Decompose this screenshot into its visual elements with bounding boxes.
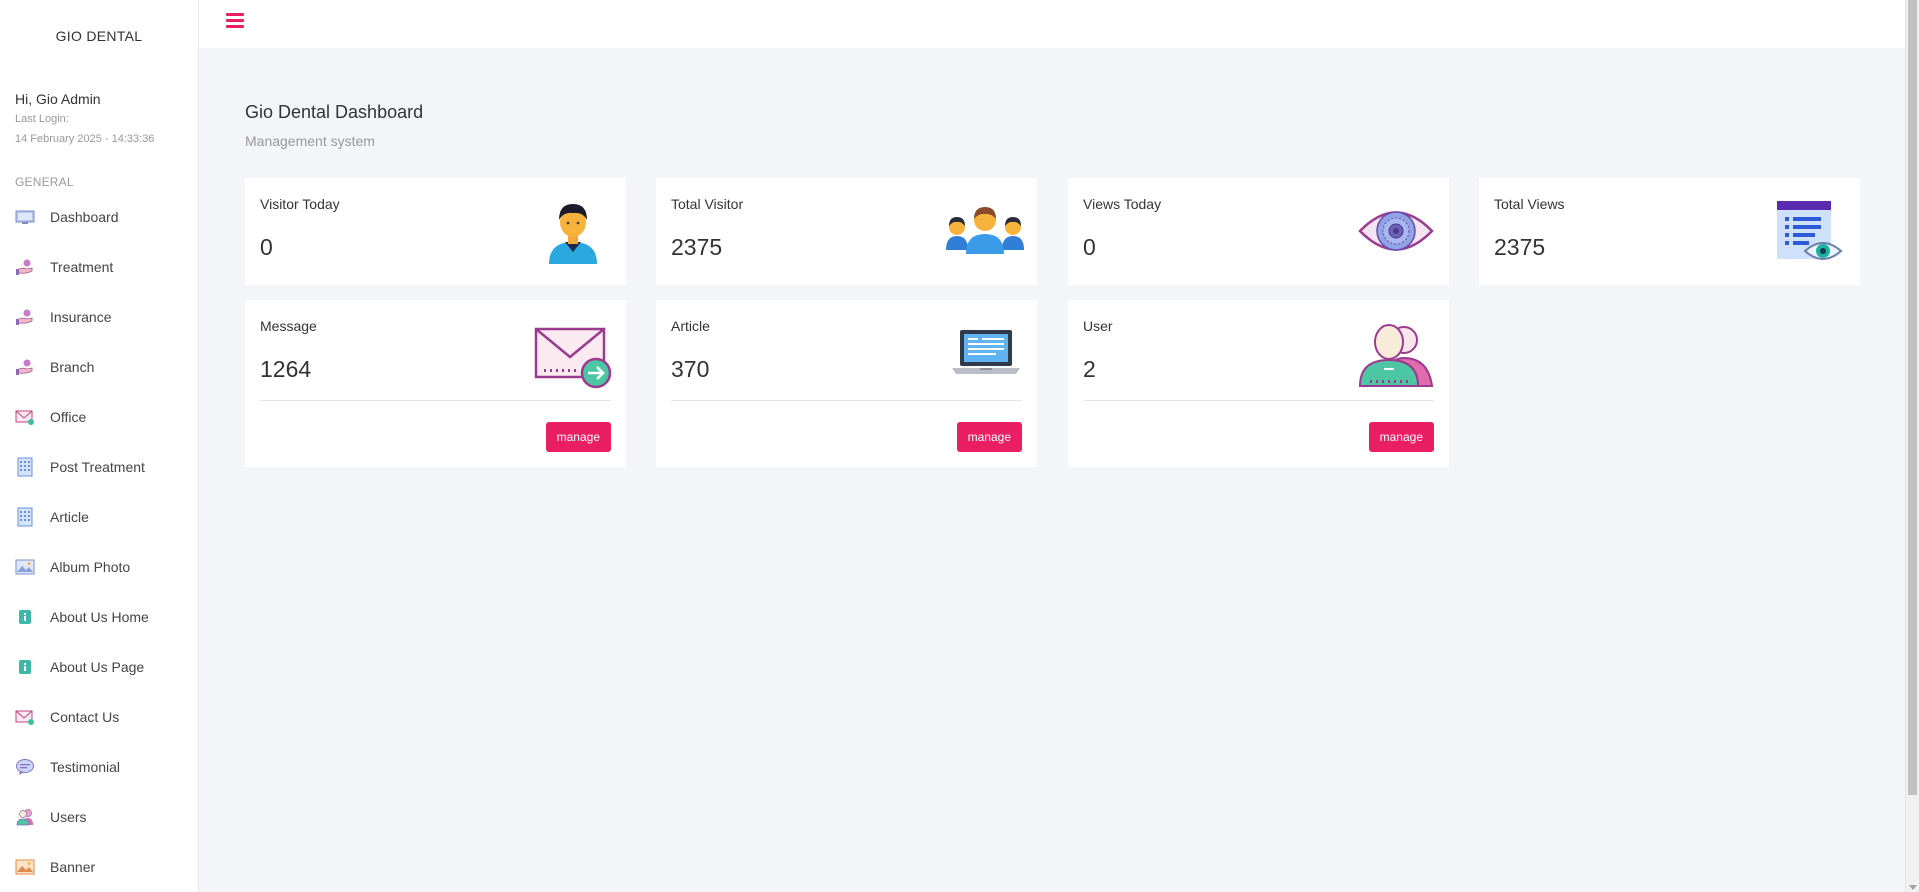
stat-value: 2375	[671, 234, 723, 260]
sidebar-item-label: Users	[50, 809, 87, 825]
stat-value: 370	[671, 356, 710, 382]
hand-icon	[15, 357, 35, 377]
hand-icon	[15, 307, 35, 327]
stat-card-visitor-today: Visitor Today 0	[245, 178, 626, 285]
page-header: Gio Dental Dashboard Management system	[245, 102, 423, 149]
sidebar-item-label: Branch	[50, 359, 95, 375]
hand-icon	[15, 257, 35, 277]
stat-label: Total Visitor	[671, 196, 744, 212]
card-divider	[1083, 400, 1434, 401]
manage-messages-button[interactable]: manage	[545, 422, 611, 452]
scrollbar[interactable]	[1905, 0, 1919, 892]
hamburger-icon[interactable]	[226, 13, 244, 29]
building-icon	[15, 457, 35, 477]
sidebar-item-post-treatment[interactable]: Post Treatment	[0, 442, 198, 492]
sidebar-item-label: Album Photo	[50, 559, 131, 575]
stat-value: 2	[1083, 356, 1096, 382]
sidebar-item-label: Contact Us	[50, 709, 120, 725]
stat-label: Visitor Today	[260, 196, 340, 212]
image-icon	[15, 557, 35, 577]
stat-value: 2375	[1494, 234, 1546, 260]
user-info: Hi, Gio Admin Last Login: 14 February 20…	[0, 71, 198, 145]
stat-value: 1264	[260, 356, 312, 382]
card-divider	[671, 400, 1022, 401]
person-icon	[545, 198, 601, 269]
group-icon	[946, 204, 1024, 259]
stat-value: 0	[1083, 234, 1096, 260]
sidebar-item-contact-us[interactable]: Contact Us	[0, 692, 198, 742]
last-login-label: Last Login:	[15, 113, 69, 125]
manage-users-button[interactable]: manage	[1368, 422, 1434, 452]
document-view-icon	[1775, 199, 1843, 270]
sidebar-item-testimonial[interactable]: Testimonial	[0, 742, 198, 792]
eye-icon	[1358, 202, 1434, 265]
chat-icon	[15, 757, 35, 777]
sidebar-item-label: Insurance	[50, 309, 112, 325]
users-icon	[1356, 322, 1434, 393]
mail-icon	[15, 407, 35, 427]
page-title: Gio Dental Dashboard	[245, 102, 424, 122]
sidebar-item-label: Article	[50, 509, 89, 525]
sidebar-item-treatment[interactable]: Treatment	[0, 242, 198, 292]
sidebar-item-label: Office	[50, 409, 87, 425]
sidebar-item-label: Post Treatment	[50, 459, 145, 475]
info-icon	[15, 607, 35, 627]
stat-label: Message	[260, 318, 317, 334]
sidebar-item-album-photo[interactable]: Album Photo	[0, 542, 198, 592]
sidebar-item-label: Testimonial	[50, 759, 121, 775]
sidebar-item-about-us-home[interactable]: About Us Home	[0, 592, 198, 642]
sidebar-item-article[interactable]: Article	[0, 492, 198, 542]
envelope-icon	[534, 327, 612, 394]
stat-label: Views Today	[1083, 196, 1162, 212]
sidebar-item-branch[interactable]: Branch	[0, 342, 198, 392]
sidebar-item-label: Dashboard	[50, 209, 119, 225]
picture-icon	[15, 857, 35, 877]
topbar	[199, 0, 1905, 48]
page-subtitle: Management system	[245, 133, 375, 149]
sidebar-item-users[interactable]: Users	[0, 792, 198, 842]
mail-icon	[15, 707, 35, 727]
stat-card-user: User 2 manage	[1068, 300, 1449, 467]
monitor-icon	[15, 207, 35, 227]
scrollbar-thumb[interactable]	[1908, 0, 1917, 795]
sidebar: GIO DENTAL Hi, Gio Admin Last Login: 14 …	[0, 0, 199, 892]
sidebar-item-insurance[interactable]: Insurance	[0, 292, 198, 342]
sidebar-item-about-us-page[interactable]: About Us Page	[0, 642, 198, 692]
user-greeting: Hi, Gio Admin	[15, 91, 101, 107]
sidebar-item-label: About Us Home	[50, 609, 149, 625]
stat-label: User	[1083, 318, 1113, 334]
manage-articles-button[interactable]: manage	[956, 422, 1022, 452]
brand-logo-text[interactable]: GIO DENTAL	[0, 0, 198, 71]
card-divider	[260, 400, 611, 401]
scroll-down-arrow-icon[interactable]	[1909, 885, 1917, 890]
stat-card-article: Article 370 manage	[656, 300, 1037, 467]
stat-value: 0	[260, 234, 273, 260]
sidebar-item-dashboard[interactable]: Dashboard	[0, 192, 198, 242]
sidebar-item-label: About Us Page	[50, 659, 145, 675]
building-icon	[15, 507, 35, 527]
sidebar-item-label: Banner	[50, 859, 96, 875]
users-icon	[15, 807, 35, 827]
sidebar-item-office[interactable]: Office	[0, 392, 198, 442]
section-title-general: GENERAL	[15, 175, 74, 189]
last-login-time: 14 February 2025 - 14:33:36	[15, 133, 155, 145]
stat-card-total-visitor: Total Visitor 2375	[656, 178, 1037, 285]
stat-card-views-today: Views Today 0	[1068, 178, 1449, 285]
laptop-icon	[952, 328, 1020, 381]
stat-label: Article	[671, 318, 710, 334]
stat-card-message: Message 1264 manage	[245, 300, 626, 467]
sidebar-item-label: Treatment	[50, 259, 114, 275]
sidebar-item-banner[interactable]: Banner	[0, 842, 198, 892]
stat-label: Total Views	[1494, 196, 1565, 212]
sidebar-menu: Dashboard Treatment Insurance Branch Off…	[0, 192, 198, 892]
stat-card-total-views: Total Views 2375	[1479, 178, 1860, 285]
info-icon	[15, 657, 35, 677]
